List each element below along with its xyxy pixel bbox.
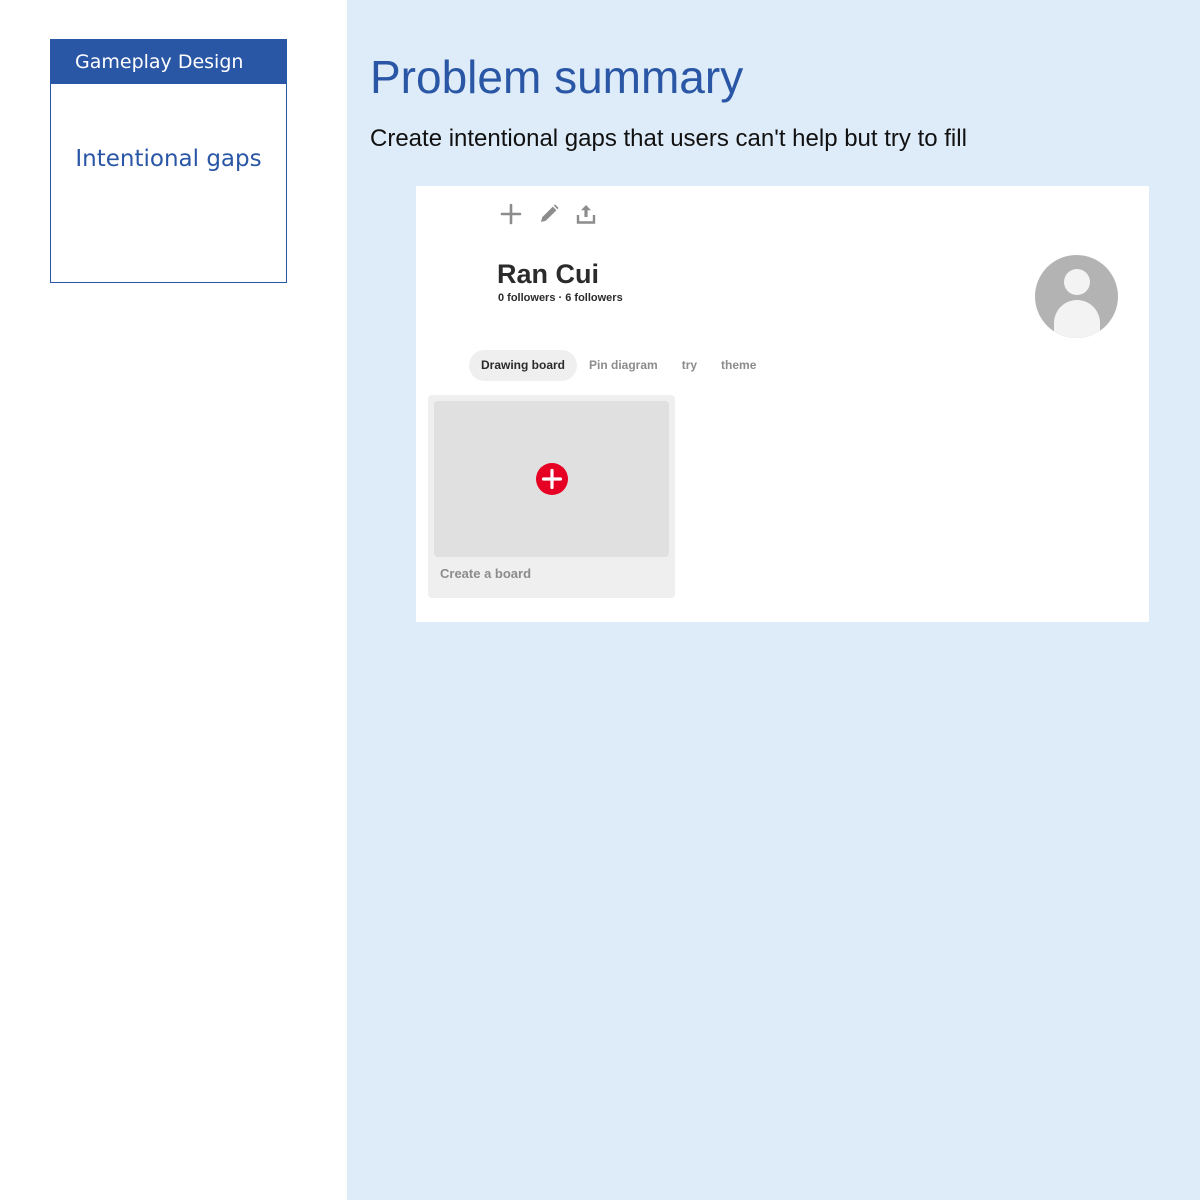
share-icon[interactable] bbox=[574, 202, 598, 226]
avatar-head bbox=[1064, 269, 1090, 295]
follower-stats[interactable]: 0 followers · 6 followers bbox=[498, 291, 623, 305]
category-topic: Intentional gaps bbox=[75, 146, 262, 172]
tab-pin-diagram[interactable]: Pin diagram bbox=[577, 350, 670, 381]
tab-try[interactable]: try bbox=[670, 350, 709, 381]
category-header: Gameplay Design bbox=[51, 40, 286, 84]
tab-theme[interactable]: theme bbox=[709, 350, 768, 381]
category-card: Gameplay Design Intentional gaps bbox=[50, 39, 287, 283]
profile-tabs: Drawing board Pin diagram try theme bbox=[469, 350, 768, 381]
create-board-label: Create a board bbox=[440, 566, 532, 581]
content-pane: Problem summary Create intentional gaps … bbox=[347, 0, 1200, 1200]
pencil-icon[interactable] bbox=[537, 202, 561, 226]
plus-icon[interactable] bbox=[499, 202, 523, 226]
avatar[interactable] bbox=[1035, 255, 1118, 338]
profile-name: Ran Cui bbox=[497, 259, 600, 289]
tab-drawing-board[interactable]: Drawing board bbox=[469, 350, 578, 381]
profile-mockup: Ran Cui 0 followers · 6 followers Drawin… bbox=[416, 186, 1149, 622]
create-board-card[interactable]: Create a board bbox=[428, 395, 675, 598]
page-subtitle: Create intentional gaps that users can't… bbox=[370, 125, 967, 152]
page-title: Problem summary bbox=[370, 51, 744, 103]
board-placeholder bbox=[434, 401, 669, 557]
avatar-body bbox=[1054, 300, 1100, 338]
add-board-icon[interactable] bbox=[536, 463, 568, 495]
left-pane: Gameplay Design Intentional gaps bbox=[0, 0, 347, 1200]
